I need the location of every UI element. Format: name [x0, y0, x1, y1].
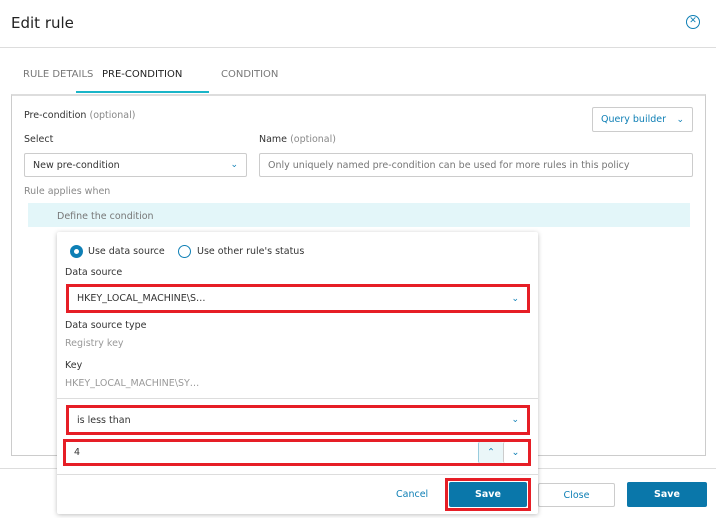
precondition-heading: Pre-condition (optional) [24, 110, 135, 121]
data-source-select[interactable]: HKEY_LOCAL_MACHINE\S… ⌄ [69, 287, 527, 310]
data-source-type-value: Registry key [65, 338, 124, 349]
tab-pre-condition[interactable]: PRE-CONDITION [102, 69, 182, 80]
condition-popup: Use data source Use other rule's status … [57, 232, 538, 514]
chevron-down-icon: ⌄ [511, 415, 519, 425]
rule-applies-label: Rule applies when [24, 186, 111, 197]
query-builder-button[interactable]: Query builder ⌄ [592, 107, 693, 132]
value-input[interactable]: 4 [66, 442, 478, 463]
data-source-value: HKEY_LOCAL_MACHINE\S… [77, 293, 206, 304]
chevron-down-icon: ⌄ [676, 114, 684, 125]
select-label: Select [24, 134, 54, 145]
data-source-label: Data source [65, 267, 123, 278]
select-value: New pre-condition [33, 159, 120, 171]
active-tab-indicator [76, 91, 209, 93]
close-circle-icon[interactable]: ✕ [686, 15, 700, 29]
close-button[interactable]: Close [538, 483, 615, 507]
radio-use-data-source[interactable] [70, 245, 83, 258]
radio-label: Use data source [88, 246, 165, 257]
define-condition-bar[interactable]: Define the condition [28, 203, 690, 227]
operator-value: is less than [77, 414, 131, 426]
tab-rule-details[interactable]: RULE DETAILS [23, 69, 93, 80]
data-source-type-label: Data source type [65, 320, 147, 331]
increment-button[interactable]: ⌃ [478, 442, 503, 463]
key-label: Key [65, 360, 83, 371]
radio-use-other-rule[interactable] [178, 245, 191, 258]
chevron-down-icon: ⌄ [230, 160, 238, 170]
decrement-button[interactable]: ⌄ [503, 442, 527, 463]
optional-label: (optional) [290, 134, 336, 145]
dialog-title: Edit rule [11, 14, 74, 32]
key-value: HKEY_LOCAL_MACHINE\SY… [65, 378, 200, 389]
tab-condition[interactable]: CONDITION [221, 69, 278, 80]
radio-label: Use other rule's status [197, 246, 305, 257]
precondition-select[interactable]: New pre-condition ⌄ [24, 153, 247, 177]
operator-select[interactable]: is less than ⌄ [69, 408, 527, 432]
precondition-label: Pre-condition [24, 110, 87, 121]
name-label-wrap: Name (optional) [259, 134, 336, 145]
query-builder-label: Query builder [601, 114, 667, 125]
divider [57, 474, 538, 475]
divider [57, 398, 538, 399]
chevron-down-icon: ⌄ [511, 293, 519, 304]
save-button[interactable]: Save [627, 482, 707, 507]
cancel-button[interactable]: Cancel [396, 489, 428, 500]
name-label: Name [259, 134, 288, 145]
optional-label: (optional) [89, 110, 136, 121]
name-input[interactable] [259, 153, 693, 177]
popup-save-button[interactable]: Save [449, 482, 527, 507]
divider [0, 47, 716, 48]
